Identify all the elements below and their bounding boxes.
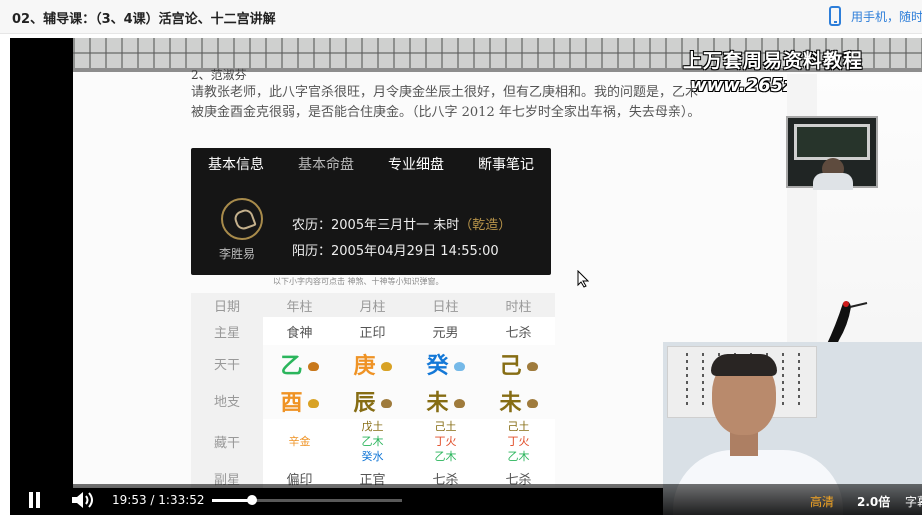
column-header-date: 日期	[191, 293, 263, 317]
question-paragraph: 请教张老师，此八字官杀很旺，月令庚金坐辰土很好，但有乙庚相和。我的问题是，乙木被…	[191, 85, 701, 120]
hidden-stem-text: 乙木	[361, 435, 384, 448]
heaven-stem-cell[interactable]: 癸	[409, 345, 482, 382]
earth-branch-char: 未	[499, 390, 522, 416]
popup-hint: 以下小字内容可点击 神煞、十神等小知识弹窗。	[273, 277, 444, 286]
hidden-stem-text: 己土	[507, 420, 530, 433]
table-header-row: 日期 年柱 月柱 日柱 时柱	[191, 293, 555, 317]
hidden-stem-text: 乙木	[434, 450, 457, 463]
gender-tag: （乾造）	[459, 218, 512, 233]
progress-thumb[interactable]	[247, 495, 258, 505]
current-time: 19:53	[112, 493, 147, 507]
tab-professional-chart[interactable]: 专业细盘	[371, 148, 461, 182]
column-header-year: 年柱	[263, 293, 336, 317]
hidden-stem-cell[interactable]: 辛金	[263, 419, 336, 464]
hidden-stem-text: 丁火	[434, 435, 457, 448]
tab-notes[interactable]: 断事笔记	[461, 148, 551, 182]
hidden-stem-text: 辛金	[288, 435, 311, 448]
hidden-stem-text: 丁火	[507, 435, 530, 448]
phone-icon	[829, 6, 841, 26]
bazi-chart-table: 日期 年柱 月柱 日柱 时柱 主星 食神 正印 元男 七杀 天干 乙 庚 癸 己	[191, 293, 555, 488]
earth-icon	[526, 399, 538, 408]
rooster-avatar-icon	[221, 198, 263, 240]
column-header-hour: 时柱	[482, 293, 555, 317]
earth-branch-char: 未	[426, 390, 449, 416]
video-player[interactable]: 上万套周易资料教程 www.265zhouyiw.com 2、范淑芬 请教张老师…	[10, 38, 922, 515]
tab-basic-info[interactable]: 基本信息	[191, 148, 281, 182]
heaven-stem-char: 乙	[280, 353, 303, 379]
progress-bar[interactable]	[212, 495, 402, 505]
main-star-value[interactable]: 七杀	[482, 317, 555, 345]
main-star-row: 主星 食神 正印 元男 七杀	[191, 317, 555, 345]
hidden-stem-text: 乙木	[507, 450, 530, 463]
earth-icon	[526, 362, 538, 371]
hidden-stem-cell[interactable]: 己土 丁火 乙木	[409, 419, 482, 464]
column-header-month: 月柱	[336, 293, 409, 317]
earth-branch-cell[interactable]: 未	[409, 382, 482, 419]
water-icon	[453, 362, 465, 371]
heaven-stem-cell[interactable]: 乙	[263, 345, 336, 382]
course-title: 02、辅导课：（3、4课）活宫论、十二宫讲解	[12, 12, 276, 27]
main-star-value[interactable]: 食神	[263, 317, 336, 345]
earth-icon	[380, 399, 392, 408]
watermark-title: 上万套周易资料教程	[683, 50, 864, 72]
heaven-stem-cell[interactable]: 庚	[336, 345, 409, 382]
heaven-stem-row: 天干 乙 庚 癸 己	[191, 345, 555, 382]
metal-icon	[307, 399, 319, 408]
quality-button[interactable]: 高清	[810, 493, 834, 510]
hidden-stem-text: 癸水	[361, 450, 384, 463]
earth-branch-cell[interactable]: 未	[482, 382, 555, 419]
earth-branch-cell[interactable]: 酉	[263, 382, 336, 419]
blackboard-icon	[794, 124, 870, 160]
pause-icon[interactable]	[27, 492, 42, 508]
earth-branch-char: 酉	[280, 390, 303, 416]
main-star-value[interactable]: 正印	[336, 317, 409, 345]
earth-branch-label: 地支	[191, 382, 263, 419]
heaven-stem-char: 己	[499, 353, 522, 379]
tab-basic-chart[interactable]: 基本命盘	[281, 148, 371, 182]
volume-icon[interactable]	[71, 491, 94, 509]
bazi-app-card: 基本信息 基本命盘 专业细盘 断事笔记 李胜易 农历：2005年三月廿一 未时（…	[191, 148, 589, 288]
course-header: 02、辅导课：（3、4课）活宫论、十二宫讲解 用手机，随时	[0, 0, 922, 34]
subtitle-button[interactable]: 字幕	[905, 493, 922, 510]
bazi-tabs: 基本信息 基本命盘 专业细盘 断事笔记	[191, 148, 551, 182]
teacher-hair	[711, 354, 777, 376]
heaven-stem-char: 癸	[426, 353, 449, 379]
pointer-icon	[577, 270, 589, 288]
hidden-stem-text: 戊土	[361, 420, 384, 433]
speed-button[interactable]: 2.0倍	[857, 493, 890, 510]
hidden-stem-cell[interactable]: 己土 丁火 乙木	[482, 419, 555, 464]
hidden-stem-row: 藏干 辛金 戊土 乙木 癸水 己土 丁火 乙木 己土 丁火 乙木	[191, 419, 555, 464]
small-teacher-body	[813, 173, 853, 190]
hidden-stem-text: 己土	[434, 420, 457, 433]
hidden-stem-label: 藏干	[191, 419, 263, 464]
teacher-small-camera	[786, 116, 878, 190]
mobile-watch-link[interactable]: 用手机，随时	[829, 5, 922, 27]
earth-branch-row: 地支 酉 辰 未 未	[191, 382, 555, 419]
solar-birth-date: 阳历：2005年04月29日 14:55:00	[292, 244, 499, 259]
time-separator: /	[150, 493, 155, 507]
column-header-day: 日柱	[409, 293, 482, 317]
lunar-date-text: 农历：2005年三月廿一 未时	[292, 218, 460, 233]
main-star-value[interactable]: 元男	[409, 317, 482, 345]
main-star-label: 主星	[191, 317, 263, 345]
earth-branch-cell[interactable]: 辰	[336, 382, 409, 419]
earth-branch-char: 辰	[353, 390, 376, 416]
profile-name: 李胜易	[219, 247, 256, 261]
duration: 1:33:52	[158, 493, 205, 507]
player-controls: 19:53 / 1:33:52 高清 2.0倍 字幕	[10, 484, 922, 515]
metal-icon	[380, 362, 392, 371]
heaven-stem-cell[interactable]: 己	[482, 345, 555, 382]
earth-icon	[453, 399, 465, 408]
lunar-birth-date: 农历：2005年三月廿一 未时（乾造）	[292, 214, 511, 233]
wood-icon	[307, 362, 319, 371]
playback-time: 19:53 / 1:33:52	[112, 493, 205, 507]
progress-fill	[212, 499, 253, 502]
heaven-stem-label: 天干	[191, 345, 263, 382]
hidden-stem-cell[interactable]: 戊土 乙木 癸水	[336, 419, 409, 464]
question-heading: 2、范淑芬	[191, 68, 247, 82]
mobile-watch-label: 用手机，随时	[851, 9, 922, 24]
heaven-stem-char: 庚	[353, 353, 376, 379]
